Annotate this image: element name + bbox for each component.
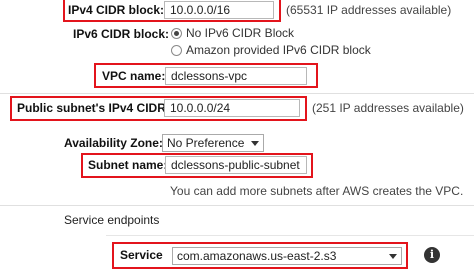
service-panel-border xyxy=(106,235,474,236)
ipv4-cidr-note: (65531 IP addresses available) xyxy=(286,3,452,17)
vpc-name-input[interactable] xyxy=(165,67,307,85)
ipv4-cidr-label: IPv4 CIDR block:* xyxy=(68,3,169,17)
service-endpoints-heading: Service endpoints xyxy=(64,213,160,227)
chevron-down-icon xyxy=(389,254,397,259)
vpc-name-label: VPC name: xyxy=(102,69,166,83)
availability-zone-select[interactable]: No Preference xyxy=(162,134,264,152)
endpoints-divider xyxy=(0,205,474,206)
info-icon[interactable]: i xyxy=(424,247,440,263)
section-divider xyxy=(0,93,474,94)
subnet-cidr-input[interactable] xyxy=(164,99,300,117)
chevron-down-icon xyxy=(251,141,259,146)
subnet-name-label: Subnet name: xyxy=(88,158,168,172)
ipv6-option-amazon-radio[interactable] xyxy=(171,45,182,56)
availability-zone-label: Availability Zone:* xyxy=(64,136,168,150)
subnet-cidr-note: (251 IP addresses available) xyxy=(312,101,464,115)
ipv4-cidr-input[interactable] xyxy=(164,1,274,19)
subnet-cidr-label: Public subnet's IPv4 CIDR:* xyxy=(17,101,175,115)
availability-zone-value: No Preference xyxy=(167,136,245,150)
subnet-name-input[interactable] xyxy=(165,156,307,174)
service-select[interactable]: com.amazonaws.us-east-2.s3 xyxy=(172,247,402,265)
ipv6-option-none-radio[interactable] xyxy=(171,28,182,39)
ipv6-cidr-label: IPv6 CIDR block: xyxy=(73,27,170,41)
ipv6-option-amazon-label[interactable]: Amazon provided IPv6 CIDR block xyxy=(186,43,371,57)
ipv6-option-none-label[interactable]: No IPv6 CIDR Block xyxy=(186,26,294,40)
subnet-hint-text: You can add more subnets after AWS creat… xyxy=(170,184,464,198)
service-value: com.amazonaws.us-east-2.s3 xyxy=(177,249,337,263)
service-label: Service xyxy=(120,248,163,262)
